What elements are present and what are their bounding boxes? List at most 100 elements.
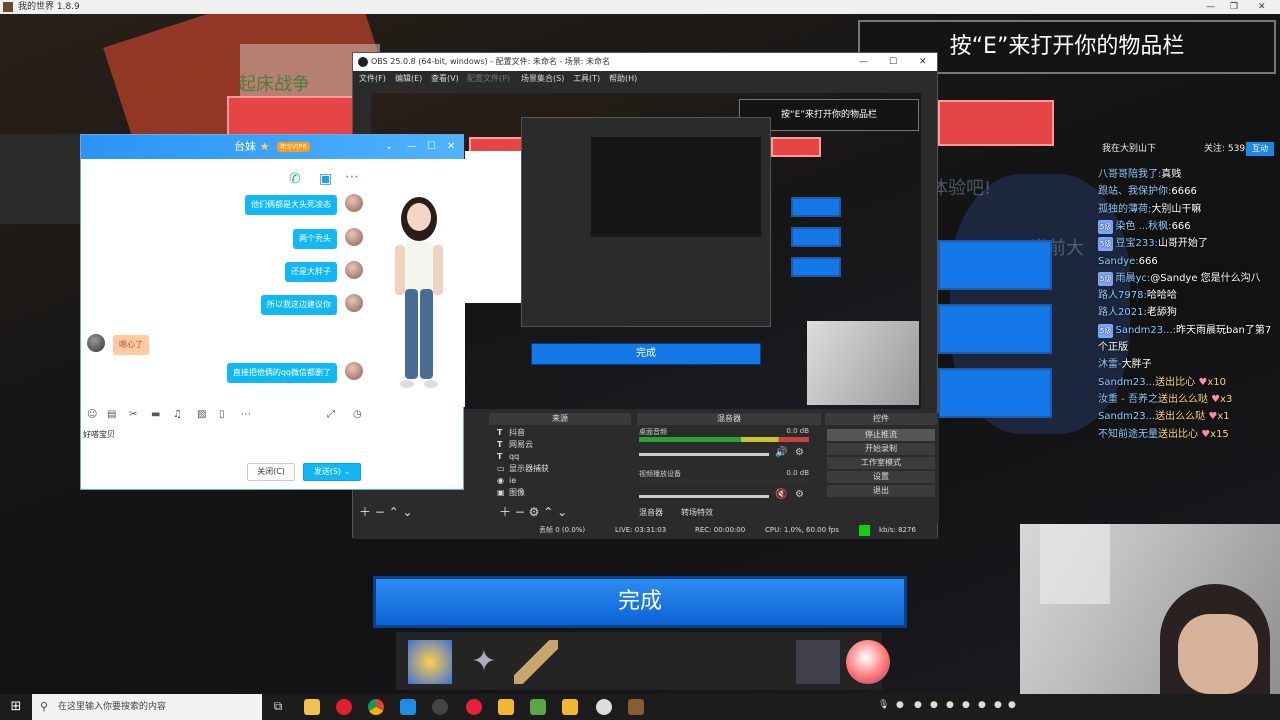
obs-close-icon[interactable]: ✕ [919, 53, 927, 71]
opera-icon[interactable] [336, 699, 352, 715]
app-icon[interactable] [400, 699, 416, 715]
obs-menu-edit[interactable]: 编辑(E) [395, 71, 422, 87]
minecraft-icon[interactable] [628, 699, 644, 715]
tray-icon[interactable]: ● [994, 700, 1002, 710]
stop-streaming-button[interactable]: 停止推流 [827, 429, 935, 441]
video-call-icon[interactable]: ▣ [319, 171, 332, 187]
avatar[interactable] [345, 228, 363, 246]
scene-toolbar[interactable]: ＋ − ⌃ ⌄ [359, 503, 413, 520]
maximize-icon[interactable]: ❐ [1230, 0, 1238, 14]
source-toolbar[interactable]: ＋ − ⚙ ⌃ ⌄ [499, 503, 567, 520]
obs-menu-help[interactable]: 帮助(H) [609, 71, 637, 87]
mc-blue-button-3[interactable] [938, 368, 1052, 418]
gear-icon[interactable]: ⚙ [795, 447, 804, 458]
more-tools-icon[interactable]: ⋯ [241, 409, 251, 420]
chat-bubble[interactable]: 嗯心了 [113, 335, 149, 355]
avatar[interactable] [345, 194, 363, 212]
chrome-icon[interactable] [368, 699, 384, 715]
start-recording-button[interactable]: 开始录制 [827, 443, 935, 455]
follow-button[interactable]: 互动 [1246, 142, 1274, 156]
chat-bubble[interactable]: 两个秃头 [293, 229, 337, 249]
tray-icon[interactable]: ● [1008, 700, 1016, 710]
mc-done-button[interactable]: 完成 [373, 576, 907, 628]
tray-icon[interactable]: ● [962, 700, 970, 710]
app-icon[interactable] [498, 699, 514, 715]
qq-maximize-icon[interactable]: ☐ [427, 135, 436, 159]
more-icon[interactable]: ⋯ [345, 169, 359, 185]
avatar[interactable] [345, 261, 363, 279]
source-item[interactable]: T 抖音 [497, 427, 525, 439]
scissors-icon[interactable]: ✂ [129, 409, 137, 420]
tray-icon[interactable]: ● [896, 700, 904, 710]
image-icon[interactable]: ▨ [197, 409, 206, 420]
hotbar-slot-tool[interactable] [514, 640, 558, 684]
avatar[interactable] [345, 362, 363, 380]
obs-menu-tools[interactable]: 工具(T) [573, 71, 600, 87]
obs-minimize-icon[interactable]: — [859, 53, 868, 71]
muted-speaker-icon[interactable]: 🔇 [775, 489, 787, 500]
gif-icon[interactable]: ▤ [107, 409, 116, 420]
obs-menu-view[interactable]: 查看(V) [431, 71, 459, 87]
microphone-icon[interactable]: 🎙 [878, 700, 889, 710]
qq-chevron-down-icon[interactable]: ⌄ [385, 135, 393, 159]
mc-blue-button-1[interactable] [938, 240, 1052, 290]
obs-menu-profile[interactable]: 配置文件(P) [467, 71, 510, 87]
source-item[interactable]: ▭ 显示器捕获 [497, 463, 549, 475]
obs-maximize-icon[interactable]: ☐ [889, 53, 897, 71]
qq-close-button[interactable]: 关闭(C) [247, 463, 295, 481]
tray-icon[interactable]: ● [914, 700, 922, 710]
speaker-icon[interactable]: 🔊 [775, 447, 787, 458]
emoji-icon[interactable]: ☺ [87, 409, 97, 420]
music-icon[interactable]: ♫ [173, 409, 182, 420]
tray-icon[interactable]: ● [930, 700, 938, 710]
hotbar-slot-star-icon[interactable]: ✦ [462, 640, 506, 684]
taskbar-search[interactable]: ⚲ 在这里输入你要搜索的内容 [32, 694, 262, 720]
voice-call-icon[interactable]: ✆ [289, 171, 301, 187]
avatar[interactable] [87, 334, 105, 352]
obs-menu-file[interactable]: 文件(F) [359, 71, 386, 87]
source-item[interactable]: Tqq [497, 451, 519, 463]
hotbar-slot-egg[interactable] [846, 640, 890, 684]
chat-bubble[interactable]: 直接把他俩的qq微信都删了 [226, 363, 337, 383]
tray-icon[interactable]: ● [978, 700, 986, 710]
source-item[interactable]: ▣ 图像 [497, 487, 525, 499]
app-icon[interactable] [562, 699, 578, 715]
source-item[interactable]: T 网易云 [497, 439, 533, 451]
qq-message-input[interactable]: 好嗒宝贝 [83, 429, 115, 440]
mixer-tab[interactable]: 混音器 [639, 507, 663, 518]
close-icon[interactable]: ✕ [1258, 0, 1266, 14]
screen-icon[interactable]: ▯ [219, 409, 225, 420]
file-explorer-icon[interactable] [304, 699, 320, 715]
task-view-icon[interactable]: ⧉ [270, 699, 286, 715]
obs-menu-scene-collection[interactable]: 场景集合(S) [521, 71, 564, 87]
expand-icon[interactable]: ⤢ [327, 409, 335, 420]
netease-music-icon[interactable] [466, 699, 482, 715]
minecraft-launcher-icon[interactable] [530, 699, 546, 715]
volume-slider[interactable] [639, 453, 769, 456]
hotbar-slot-bed[interactable] [408, 640, 452, 684]
qq-minimize-icon[interactable]: — [407, 135, 417, 159]
chat-bubble[interactable]: 还是大胖子 [285, 262, 337, 282]
app-icon[interactable] [432, 699, 448, 715]
qq-chat-window[interactable]: 台妹 ★ 年SVIP6 ⌄ — ☐ ✕ ✆ ▣ ⋯ 他们俩都是大头死凌态 两个秃头… [80, 134, 465, 490]
chat-bubble[interactable]: 他们俩都是大头死凌态 [245, 195, 337, 215]
source-item[interactable]: ◉ ie [497, 475, 516, 487]
settings-button[interactable]: 设置 [827, 471, 935, 483]
mc-red-button-right[interactable] [938, 100, 1054, 146]
avatar[interactable] [345, 294, 363, 312]
qq-close-icon[interactable]: ✕ [447, 135, 455, 159]
studio-mode-button[interactable]: 工作室模式 [827, 457, 935, 469]
minimize-icon[interactable]: — [1206, 0, 1215, 14]
gear-icon[interactable]: ⚙ [795, 489, 804, 500]
mc-blue-button-2[interactable] [938, 304, 1052, 354]
mc-hotbar[interactable]: ✦ [396, 632, 890, 690]
transition-tab[interactable]: 转场特效 [681, 507, 713, 518]
volume-slider[interactable] [639, 495, 769, 498]
obs-icon[interactable] [596, 699, 612, 715]
windows-start-icon[interactable]: ⊞ [0, 694, 32, 720]
exit-button[interactable]: 退出 [827, 485, 935, 497]
history-clock-icon[interactable]: ◷ [353, 409, 362, 420]
hotbar-slot-block[interactable] [796, 640, 840, 684]
tray-icon[interactable]: ● [946, 700, 954, 710]
qq-send-button[interactable]: 发送(S) ⌄ [303, 463, 361, 481]
